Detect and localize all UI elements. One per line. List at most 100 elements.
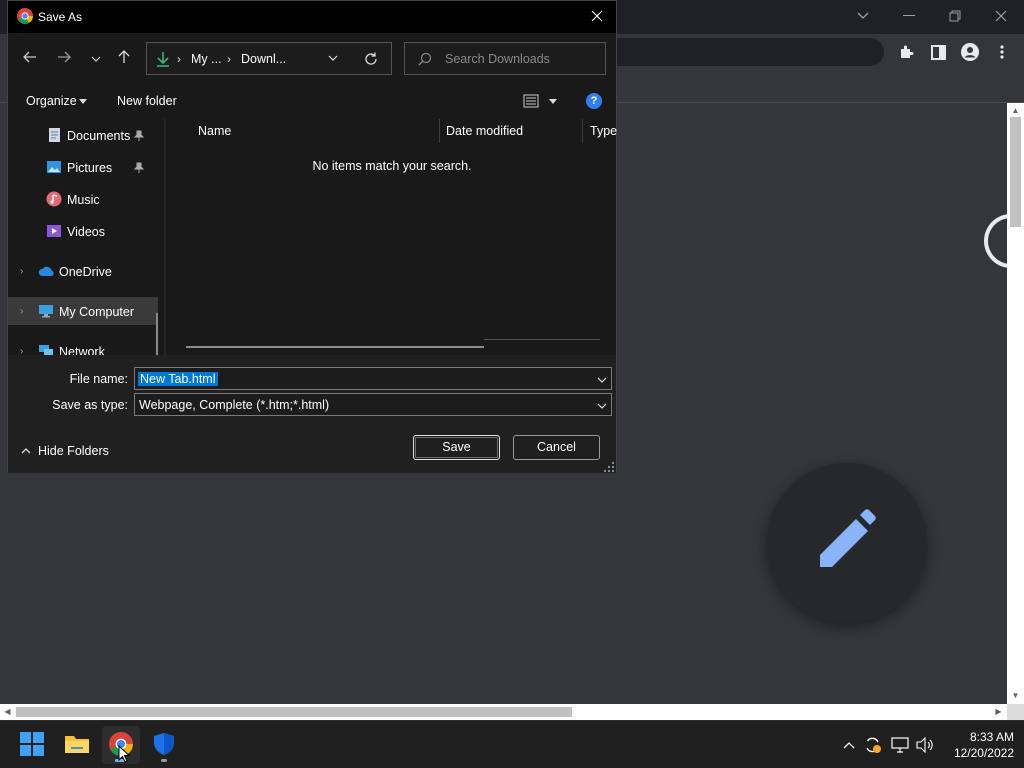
save-as-type-label: Save as type:	[52, 398, 128, 412]
breadcrumb-downloads[interactable]: Downl...	[241, 52, 286, 66]
back-button[interactable]	[20, 48, 40, 68]
search-box[interactable]: Search Downloads	[404, 42, 606, 75]
up-button[interactable]	[114, 48, 134, 68]
volume-icon[interactable]	[915, 735, 935, 755]
search-icon	[418, 52, 432, 66]
file-name-input[interactable]: New Tab.html	[134, 367, 612, 390]
breadcrumb-separator-icon: ›	[177, 52, 181, 66]
network-icon	[38, 343, 54, 355]
nav-item-my-computer[interactable]: › My Computer	[8, 297, 158, 325]
pin-icon	[133, 162, 145, 174]
documents-icon	[46, 127, 62, 143]
file-list-scroll-track	[484, 339, 600, 340]
cancel-button[interactable]: Cancel	[513, 435, 600, 460]
search-placeholder: Search Downloads	[445, 52, 550, 66]
file-name-dropdown-icon[interactable]	[597, 374, 607, 384]
nav-item-label: Documents	[67, 129, 131, 143]
breadcrumb-my-computer[interactable]: My ...	[191, 52, 222, 66]
forward-button[interactable]	[54, 48, 74, 68]
nav-item-label: Videos	[67, 225, 105, 239]
pin-icon	[133, 130, 145, 142]
arrow-right-icon	[57, 51, 71, 66]
file-name-value[interactable]: New Tab.html	[138, 372, 218, 386]
arrow-up-icon	[118, 49, 130, 67]
dialog-close-button[interactable]	[586, 6, 608, 28]
save-button[interactable]: Save	[413, 435, 500, 460]
nav-pane-scrollbar[interactable]	[156, 313, 158, 355]
nav-item-network[interactable]: › Network	[8, 337, 158, 355]
chrome-minimize-icon[interactable]	[886, 4, 932, 28]
nav-item-pictures[interactable]: Pictures	[8, 153, 158, 181]
taskbar-file-explorer[interactable]	[58, 726, 96, 764]
dialog-title: Save As	[38, 10, 83, 24]
chrome-menu-icon[interactable]	[992, 42, 1012, 62]
save-as-type-select[interactable]: Webpage, Complete (*.htm;*.html)	[134, 393, 612, 416]
system-clock[interactable]: 8:33 AM 12/20/2022	[940, 729, 1014, 761]
scroll-down-icon[interactable]: ▼	[1011, 691, 1020, 700]
scroll-left-icon[interactable]: ◀	[3, 707, 12, 717]
help-icon[interactable]: ?	[586, 93, 602, 109]
nav-item-videos[interactable]: Videos	[8, 217, 158, 245]
organize-caret-icon	[79, 99, 87, 104]
column-divider[interactable]	[439, 119, 440, 143]
horizontal-scroll-thumb[interactable]	[16, 707, 572, 717]
dialog-command-bar: Organize New folder ?	[8, 83, 616, 119]
start-button[interactable]	[13, 726, 51, 764]
close-icon	[591, 10, 603, 25]
view-options-icon[interactable]	[523, 93, 539, 109]
save-as-type-dropdown-icon[interactable]	[597, 400, 607, 410]
taskbar-windows-security[interactable]	[145, 726, 183, 764]
chevron-right-icon[interactable]: ›	[20, 346, 28, 355]
column-header-name[interactable]: Name	[198, 119, 231, 143]
extensions-icon[interactable]	[896, 42, 916, 62]
scroll-right-icon[interactable]: ▶	[994, 707, 1003, 717]
address-bar[interactable]: › My ... › Downl...	[146, 42, 392, 75]
scroll-up-icon[interactable]: ▲	[1011, 106, 1020, 115]
column-header-type[interactable]: Type	[590, 119, 617, 143]
file-list-horizontal-scrollbar[interactable]	[186, 346, 484, 348]
profile-icon[interactable]	[960, 42, 980, 62]
network-status-icon[interactable]	[890, 735, 910, 755]
videos-icon	[46, 223, 62, 239]
folder-icon	[64, 733, 90, 758]
side-panel-icon[interactable]	[928, 42, 948, 62]
nav-item-label: Music	[67, 193, 100, 207]
vertical-scroll-thumb[interactable]	[1010, 117, 1021, 227]
arrow-left-icon	[23, 51, 37, 66]
hide-folders-label: Hide Folders	[38, 444, 109, 458]
mouse-cursor-icon	[118, 744, 131, 766]
app-running-indicator	[161, 759, 167, 762]
sync-update-icon[interactable]	[863, 735, 883, 755]
page-horizontal-scrollbar[interactable]: ◀ ▶	[0, 704, 1007, 720]
column-header-date-modified[interactable]: Date modified	[446, 119, 523, 143]
chrome-close-icon[interactable]	[978, 4, 1024, 28]
chrome-logo-icon	[17, 8, 33, 25]
column-divider[interactable]	[582, 119, 583, 143]
save-as-dialog: Save As › My ... › Downl... Search Downl…	[7, 0, 617, 473]
nav-item-music[interactable]: Music	[8, 185, 158, 213]
chevron-right-icon[interactable]: ›	[20, 266, 28, 277]
resize-grip-icon[interactable]	[604, 461, 614, 472]
chrome-tab-search-icon[interactable]	[840, 4, 886, 28]
clock-date: 12/20/2022	[953, 746, 1014, 760]
save-as-type-value: Webpage, Complete (*.htm;*.html)	[139, 398, 330, 412]
refresh-icon[interactable]	[363, 51, 379, 67]
customize-chrome-button[interactable]	[767, 463, 927, 623]
page-vertical-scrollbar[interactable]: ▲ ▼	[1007, 103, 1024, 704]
scroll-corner	[1007, 704, 1024, 720]
music-icon	[46, 191, 62, 207]
show-hidden-icons-chevron-up-icon[interactable]	[839, 735, 859, 755]
clock-time: 8:33 AM	[969, 730, 1014, 744]
new-folder-button[interactable]: New folder	[117, 94, 177, 108]
dialog-footer: File name: New Tab.html Save as type: We…	[8, 355, 616, 473]
nav-item-onedrive[interactable]: › OneDrive	[8, 257, 158, 285]
address-dropdown-icon[interactable]	[327, 52, 341, 66]
organize-button[interactable]: Organize	[26, 94, 77, 108]
nav-item-documents[interactable]: Documents	[8, 121, 158, 149]
view-caret-icon[interactable]	[549, 99, 557, 104]
navigation-pane[interactable]: Documents Pictures Music Videos › OneDri…	[8, 119, 164, 355]
file-list-pane[interactable]: Name Date modified Type No items match y…	[166, 119, 617, 355]
chevron-right-icon[interactable]: ›	[20, 306, 28, 317]
recent-locations-button[interactable]	[86, 48, 106, 68]
chrome-restore-icon[interactable]	[932, 4, 978, 28]
